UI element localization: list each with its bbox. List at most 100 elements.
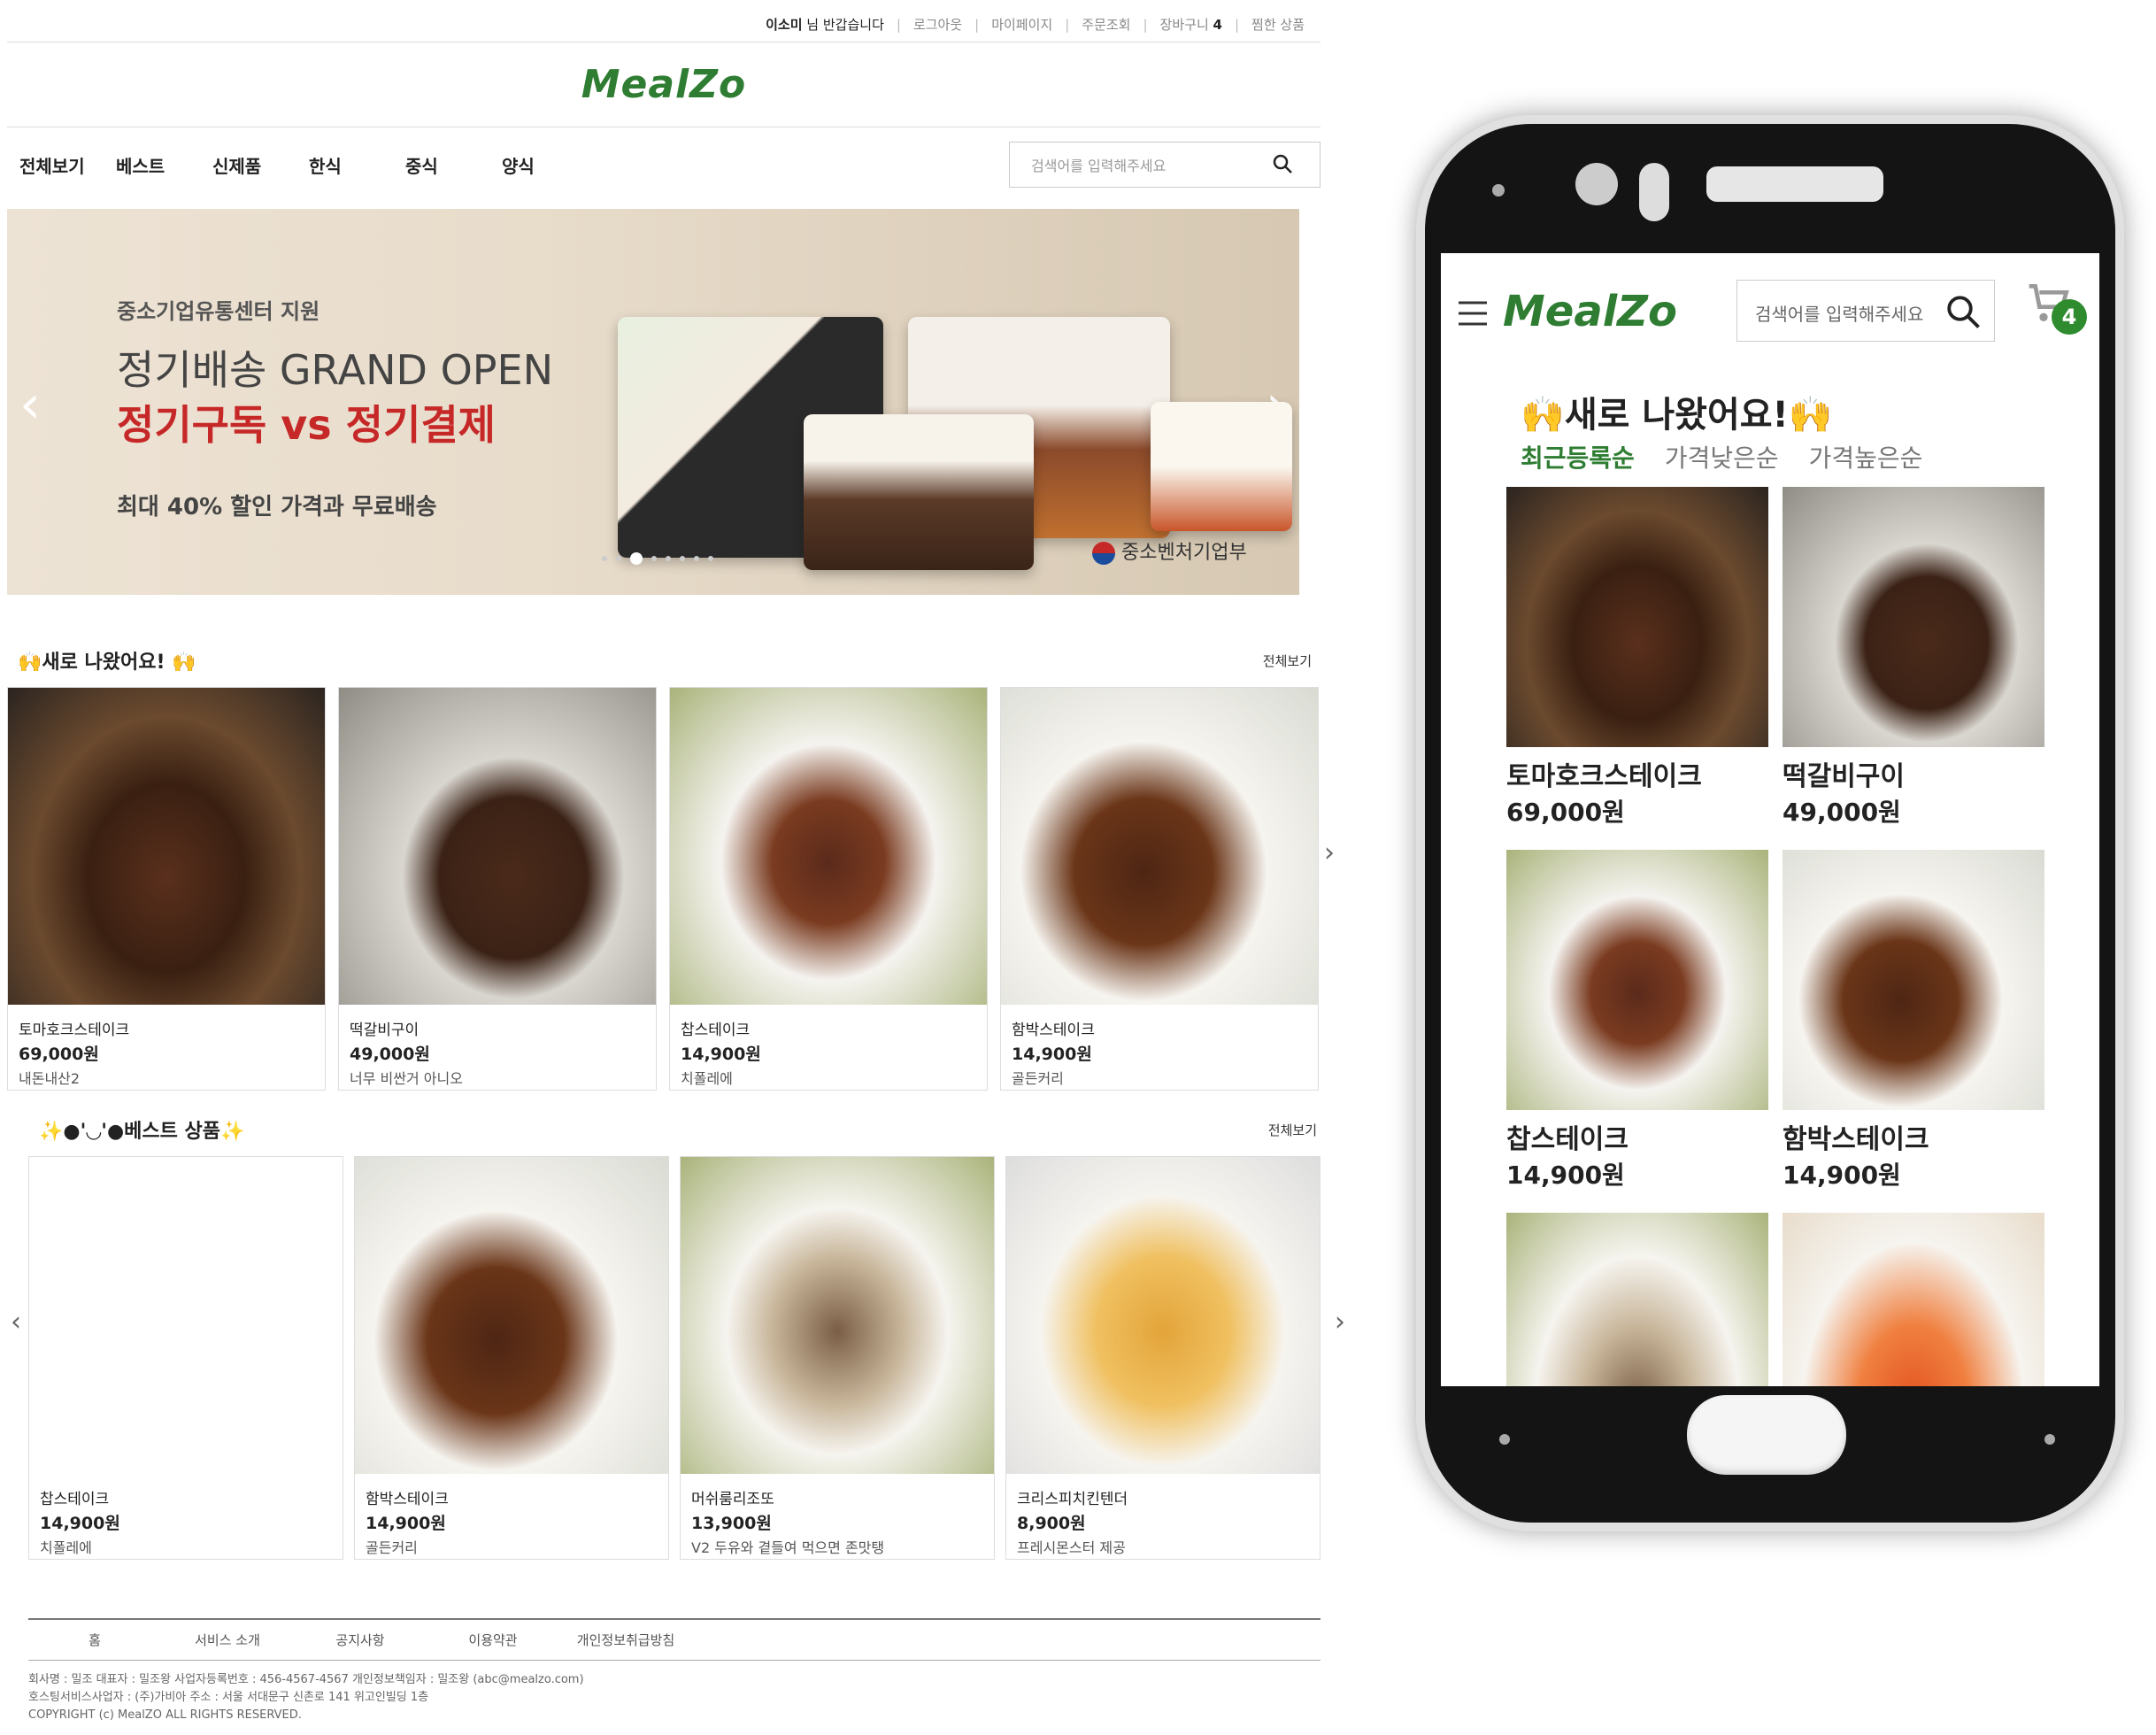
- footer-link-privacy[interactable]: 개인정보취급방침: [559, 1631, 692, 1649]
- product-image: [8, 688, 325, 1005]
- mobile-header: MealZo 검색어를 입력해주세요 4: [1441, 253, 2099, 368]
- site-logo[interactable]: MealZo: [7, 42, 1321, 127]
- product-card[interactable]: 토마호크스테이크 69,000원 내돈내산2: [7, 687, 326, 1091]
- sort-recent[interactable]: 최근등록순: [1521, 439, 1635, 474]
- product-card[interactable]: 찹스테이크 14,900원 치폴레에: [28, 1156, 343, 1560]
- product-price: 14,900원: [681, 1045, 761, 1064]
- divider: |: [1143, 16, 1148, 33]
- product-price: 14,900원: [1012, 1045, 1092, 1064]
- footer-link-about[interactable]: 서비스 소개: [161, 1631, 294, 1649]
- sort-tabs: 최근등록순 가격낮은순 가격높은순: [1521, 439, 1922, 474]
- product-card[interactable]: 찹스테이크 14,900원: [1506, 850, 1768, 1191]
- cart-link[interactable]: 장바구니 4: [1160, 15, 1222, 34]
- carousel-next-arrow[interactable]: ›: [1324, 837, 1335, 868]
- product-card[interactable]: 떡갈비구이 49,000원: [1783, 487, 2044, 829]
- home-button[interactable]: [1687, 1395, 1846, 1475]
- product-name: 토마호크스테이크: [1506, 761, 1702, 792]
- order-link[interactable]: 주문조회: [1082, 15, 1130, 34]
- product-image: [1006, 1157, 1320, 1474]
- product-card[interactable]: 찹스테이크 14,900원 치폴레에: [669, 687, 988, 1091]
- top-utility-bar: 이소미 님 반갑습니다 | 로그아웃 | 마이페이지 | 주문조회 | 장바구니…: [7, 7, 1321, 42]
- footer-link-notice[interactable]: 공지사항: [294, 1631, 427, 1649]
- product-card[interactable]: 떡갈비구이 49,000원 너무 비싼거 아니오: [338, 687, 657, 1091]
- pagination-dot[interactable]: [680, 556, 685, 561]
- product-image: [339, 688, 656, 1005]
- pagination-dot[interactable]: [694, 556, 699, 561]
- section-title: 🙌새로 나왔어요! 🙌: [18, 652, 196, 674]
- search-icon[interactable]: [1272, 153, 1293, 174]
- product-price: 49,000원: [1783, 798, 1901, 827]
- nav-new[interactable]: 신제품: [212, 152, 296, 178]
- banner-discount: 최대 40% 할인 가격과 무료배송: [117, 494, 437, 520]
- mypage-link[interactable]: 마이페이지: [991, 15, 1052, 34]
- product-price: 49,000원: [350, 1045, 430, 1064]
- product-image: [355, 1157, 668, 1474]
- product-image: [1783, 1213, 2044, 1386]
- footer-link-terms[interactable]: 이용약관: [427, 1631, 559, 1649]
- new-section-header: 🙌새로 나왔어요! 🙌 전체보기: [7, 646, 1321, 675]
- sensor-dot: [1492, 184, 1505, 197]
- product-desc: 프레시몬스터 제공: [1017, 1539, 1126, 1556]
- logo-text: MealZo: [581, 62, 747, 107]
- search-input[interactable]: 검색어를 입력해주세요: [1009, 142, 1321, 188]
- package-image: [804, 414, 1034, 570]
- nav-chinese[interactable]: 중식: [405, 152, 489, 178]
- divider: |: [1234, 16, 1240, 33]
- divider: |: [1065, 16, 1070, 33]
- product-price: 69,000원: [1506, 798, 1625, 827]
- sort-price-high[interactable]: 가격높은순: [1809, 439, 1923, 474]
- product-card[interactable]: 머쉬룸리조또 13,900원 V2 두유와 곁들여 먹으면 존맛탱: [680, 1156, 995, 1560]
- sort-price-low[interactable]: 가격낮은순: [1665, 439, 1779, 474]
- hosting-info: 호스팅서비스사업자 : (주)가비아 주소 : 서울 서대문구 신촌로 141 …: [28, 1691, 429, 1704]
- view-all-link[interactable]: 전체보기: [1263, 652, 1312, 670]
- copyright: COPYRIGHT (c) MealZO ALL RIGHTS RESERVED…: [28, 1708, 302, 1722]
- pagination-dot[interactable]: [651, 556, 657, 561]
- carousel-prev-arrow[interactable]: ‹: [11, 1307, 21, 1338]
- hamburger-menu-icon[interactable]: [1457, 297, 1489, 329]
- product-image: [1783, 850, 2044, 1110]
- nav-korean[interactable]: 한식: [309, 152, 393, 178]
- pagination-dot[interactable]: [602, 556, 607, 561]
- search-icon[interactable]: [1944, 293, 1982, 330]
- product-price: 14,900원: [1783, 1161, 1901, 1190]
- product-price: 13,900원: [691, 1514, 772, 1533]
- mobile-search-input[interactable]: 검색어를 입력해주세요: [1736, 280, 1995, 342]
- product-card[interactable]: [1506, 1213, 1768, 1386]
- banner-pagination: [602, 552, 713, 565]
- mobile-logo[interactable]: MealZo: [1503, 287, 1677, 336]
- product-image: [1783, 487, 2044, 747]
- banner-prev-arrow[interactable]: ‹: [19, 374, 41, 436]
- nav-all[interactable]: 전체보기: [19, 152, 104, 178]
- raised-hands-icon: 🙌: [1521, 395, 1565, 436]
- product-desc: 내돈내산2: [19, 1070, 81, 1087]
- product-card[interactable]: 함박스테이크 14,900원 골든커리: [1000, 687, 1319, 1091]
- product-card[interactable]: 함박스테이크 14,900원 골든커리: [354, 1156, 669, 1560]
- nav-best[interactable]: 베스트: [116, 152, 200, 178]
- camera-icon: [1575, 163, 1618, 205]
- product-card[interactable]: 크리스피치킨텐더 8,900원 프레시몬스터 제공: [1005, 1156, 1321, 1560]
- product-image: [1506, 487, 1768, 747]
- pagination-dot[interactable]: [666, 556, 671, 561]
- view-all-link[interactable]: 전체보기: [1268, 1121, 1317, 1139]
- divider: |: [974, 16, 980, 33]
- search-placeholder: 검색어를 입력해주세요: [1755, 304, 1924, 325]
- pagination-dot[interactable]: [708, 556, 713, 561]
- footer-link-home[interactable]: 홈: [28, 1631, 161, 1649]
- product-card[interactable]: 토마호크스테이크 69,000원: [1506, 487, 1768, 829]
- banner-headline: 정기구독 vs 정기결제: [117, 401, 496, 449]
- product-desc: 치폴레에: [681, 1070, 733, 1087]
- wishlist-link[interactable]: 찜한 상품: [1251, 15, 1305, 34]
- pagination-dot[interactable]: [616, 556, 621, 561]
- product-image: [1506, 1213, 1768, 1386]
- product-card[interactable]: [1783, 1213, 2044, 1386]
- hero-banner[interactable]: ‹ › 중소기업유통센터 지원 정기배송 GRAND OPEN 정기구독 vs …: [7, 209, 1299, 595]
- product-price: 14,900원: [1506, 1161, 1625, 1190]
- product-card[interactable]: 함박스테이크 14,900원: [1783, 850, 2044, 1191]
- cart-count: 4: [1213, 17, 1222, 33]
- banner-subtitle: 중소기업유통센터 지원: [117, 299, 320, 324]
- pagination-dot-active[interactable]: [630, 552, 643, 565]
- logout-link[interactable]: 로그아웃: [913, 15, 962, 34]
- carousel-next-arrow[interactable]: ›: [1335, 1307, 1345, 1338]
- product-desc: 골든커리: [1012, 1070, 1064, 1087]
- nav-western[interactable]: 양식: [502, 152, 586, 178]
